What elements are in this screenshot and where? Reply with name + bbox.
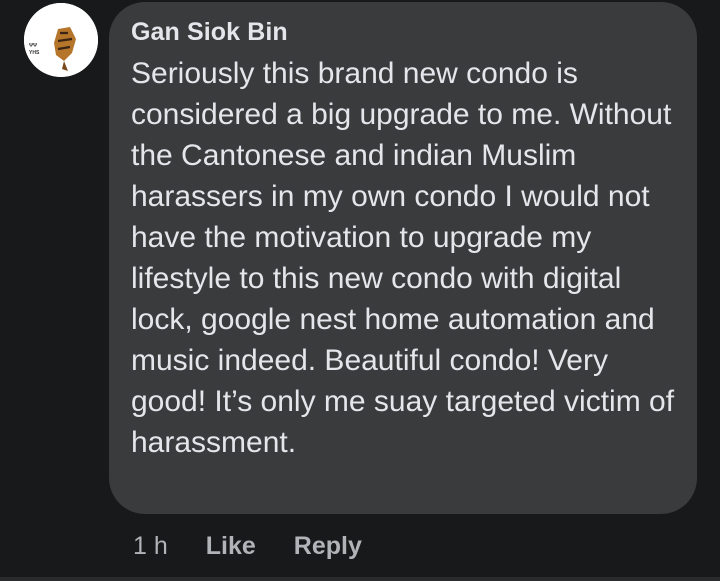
comment-timestamp[interactable]: 1 h xyxy=(133,532,168,561)
svg-text:ΨΨ: ΨΨ xyxy=(29,43,37,49)
like-button[interactable]: Like xyxy=(206,532,256,561)
avatar-image: ΨΨ YHS xyxy=(24,3,98,77)
comment-text: Seriously this brand new condo is consid… xyxy=(131,57,675,459)
comment: ΨΨ YHS Gan Siok Bin Seriously this brand… xyxy=(0,0,720,581)
comment-author[interactable]: Gan Siok Bin xyxy=(131,15,677,49)
comment-bubble: Gan Siok Bin Seriously this brand new co… xyxy=(109,2,697,514)
reply-button[interactable]: Reply xyxy=(294,532,362,561)
avatar[interactable]: ΨΨ YHS xyxy=(24,3,98,77)
svg-text:YHS: YHS xyxy=(29,50,40,56)
divider xyxy=(0,577,720,581)
comment-actions: 1 h Like Reply xyxy=(133,529,362,563)
